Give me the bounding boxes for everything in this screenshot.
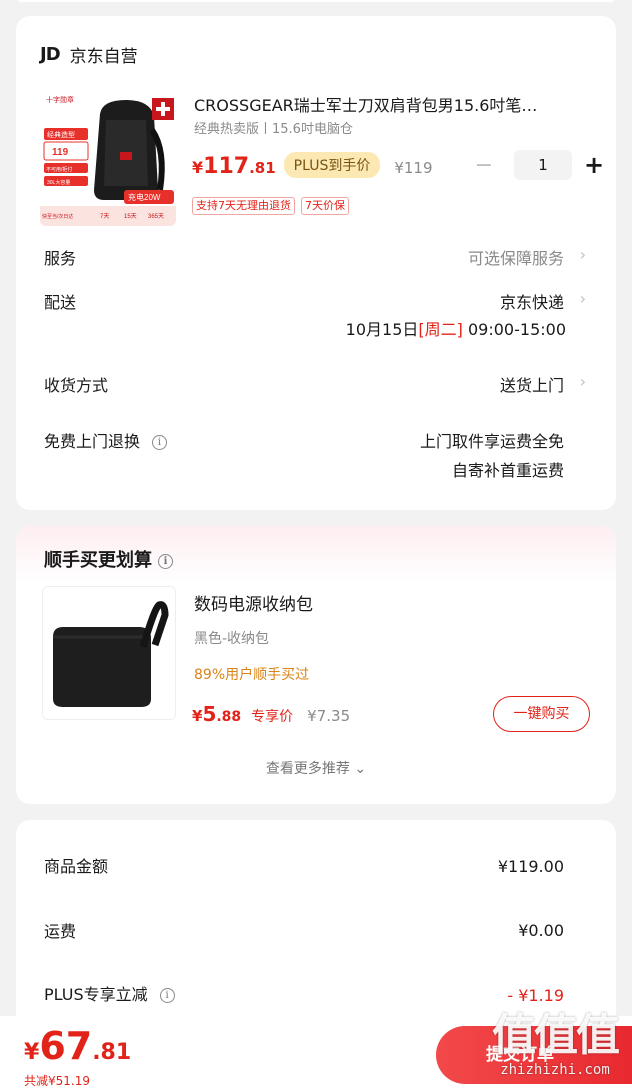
recommend-price-row: ¥5.88 专享价 ¥7.35 xyxy=(192,702,350,726)
free-return-label-row: 免费上门退换 i xyxy=(44,428,168,452)
delivery-value[interactable]: 京东快递 xyxy=(500,289,564,313)
info-icon[interactable]: i xyxy=(152,435,168,450)
delivery-time-range: 09:00-15:00 xyxy=(468,320,566,339)
recommend-original-price: ¥7.35 xyxy=(307,707,351,725)
recommend-item-thumbnail[interactable] xyxy=(42,586,176,720)
original-price: ¥119 xyxy=(394,159,433,177)
thumb-bottom1-text: 快至当/次日达 xyxy=(42,213,73,220)
recommend-price: ¥5.88 xyxy=(192,702,241,726)
recommend-item-spec: 黑色-收纳包 xyxy=(194,631,270,647)
order-total: ¥67.81 xyxy=(24,1024,131,1068)
delivery-date: 10月15日 xyxy=(345,320,419,339)
recommend-price-currency: ¥ xyxy=(192,707,203,725)
product-thumbnail[interactable]: 十字勋章 经典造型 119 不可用/拒付 30L大容量 充电20W 快至当/次日… xyxy=(40,90,176,226)
plus-discount-label-row: PLUS专享立减 i xyxy=(44,981,175,1005)
service-label: 服务 xyxy=(44,249,77,268)
recommend-info-icon[interactable]: i xyxy=(158,554,173,569)
service-value[interactable]: 可选保障服务 xyxy=(468,245,564,269)
recommend-title: 顺手买更划算 xyxy=(44,550,152,571)
quantity-stepper: − 1 + xyxy=(472,150,604,180)
recommend-item-name[interactable]: 数码电源收纳包 xyxy=(194,590,313,615)
jd-logo: JD xyxy=(40,44,61,65)
receive-chevron-icon[interactable]: › xyxy=(580,372,586,391)
thumb-price-text: 119 xyxy=(52,147,69,158)
goods-amount-value: ¥119.00 xyxy=(497,857,564,876)
tag-price-protection: 7天价保 xyxy=(301,197,349,215)
delivery-label: 配送 xyxy=(44,293,77,312)
recommend-card: 顺手买更划算 i 数码电源收纳包 黑色-收纳包 89%用户顺手买过 ¥5.88 专… xyxy=(16,526,616,804)
recommend-price-decimal: .88 xyxy=(216,709,242,725)
thumb-bottom3-text: 15天 xyxy=(124,213,137,220)
plus-discount-label: PLUS专享立减 xyxy=(44,985,148,1004)
decrease-quantity-button[interactable]: − xyxy=(472,153,496,178)
plus-price-badge: PLUS到手价 xyxy=(283,152,381,178)
thumb-bottom4-text: 365天 xyxy=(148,213,164,220)
previous-card-edge xyxy=(16,0,616,2)
total-currency: ¥ xyxy=(24,1040,40,1065)
recommend-price-integer: 5 xyxy=(202,702,217,726)
quantity-input[interactable]: 1 xyxy=(514,150,572,180)
site-watermark: 值值值 zhizhizhi.com xyxy=(482,1010,628,1092)
see-more-recommendations[interactable]: 查看更多推荐 ⌄ xyxy=(16,758,616,778)
recommend-title-row: 顺手买更划算 i xyxy=(44,546,173,572)
product-spec[interactable]: 经典热卖版丨15.6吋电脑仓 xyxy=(194,118,353,137)
watermark-url: zhizhizhi.com xyxy=(500,1062,610,1078)
watermark-logo: 值值值 xyxy=(492,1010,620,1061)
delivery-chevron-icon[interactable]: › xyxy=(580,289,586,308)
thumb-promo2-text: 30L大容量 xyxy=(47,179,70,186)
service-chevron-icon[interactable]: › xyxy=(580,245,586,264)
delivery-time[interactable]: 10月15日[周二] 09:00-15:00 xyxy=(346,316,566,340)
price-decimal: .81 xyxy=(249,159,276,177)
goods-amount-label: 商品金额 xyxy=(44,857,109,876)
order-card: JD 京东自营 十字勋章 经典造型 119 不可用/拒付 30L大容量 充电20… xyxy=(16,16,616,510)
plus-discount-info-icon[interactable]: i xyxy=(159,988,175,1003)
thumb-promo1-text: 不可用/拒付 xyxy=(46,166,72,173)
receive-method-label: 收货方式 xyxy=(44,376,109,395)
product-title[interactable]: CROSSGEAR瑞士军士刀双肩背包男15.6吋笔… xyxy=(194,92,594,116)
thumb-brand-text: 十字勋章 xyxy=(46,95,74,104)
product-price: ¥117.81 xyxy=(192,154,276,179)
product-tags: 支持7天无理由退货 7天价保 xyxy=(192,197,349,215)
thumb-bottom2-text: 7天 xyxy=(100,213,109,220)
receive-method-value[interactable]: 送货上门 xyxy=(500,372,564,396)
price-currency: ¥ xyxy=(192,158,204,177)
shop-name: 京东自营 xyxy=(69,47,138,67)
recommend-item-hint: 89%用户顺手买过 xyxy=(194,667,310,683)
total-integer: 67 xyxy=(39,1024,93,1068)
total-decimal: .81 xyxy=(92,1040,132,1065)
thumb-charge-text: 充电20W xyxy=(128,192,161,202)
plus-discount-value: - ¥1.19 xyxy=(507,986,564,1005)
product-price-row: ¥117.81 PLUS到手价 ¥119 xyxy=(192,152,433,181)
recommend-exclusive-label: 专享价 xyxy=(251,709,294,725)
one-click-buy-button[interactable]: 一键购买 xyxy=(493,696,590,732)
free-return-line2: 自寄补首重运费 xyxy=(451,461,564,480)
shop-header[interactable]: JD 京东自营 xyxy=(40,42,138,67)
shipping-fee-label: 运费 xyxy=(44,922,77,941)
increase-quantity-button[interactable]: + xyxy=(584,151,604,179)
delivery-weekday: [周二] xyxy=(418,320,463,339)
free-return-line1: 上门取件享运费全免 xyxy=(419,432,564,451)
total-saved[interactable]: 共减¥51.19 xyxy=(24,1072,90,1089)
price-integer: 117 xyxy=(203,154,250,179)
thumb-badge-text: 经典造型 xyxy=(47,130,75,139)
tag-return-policy: 支持7天无理由退货 xyxy=(192,197,295,215)
shipping-fee-value: ¥0.00 xyxy=(518,921,564,940)
free-return-label: 免费上门退换 xyxy=(44,432,141,451)
